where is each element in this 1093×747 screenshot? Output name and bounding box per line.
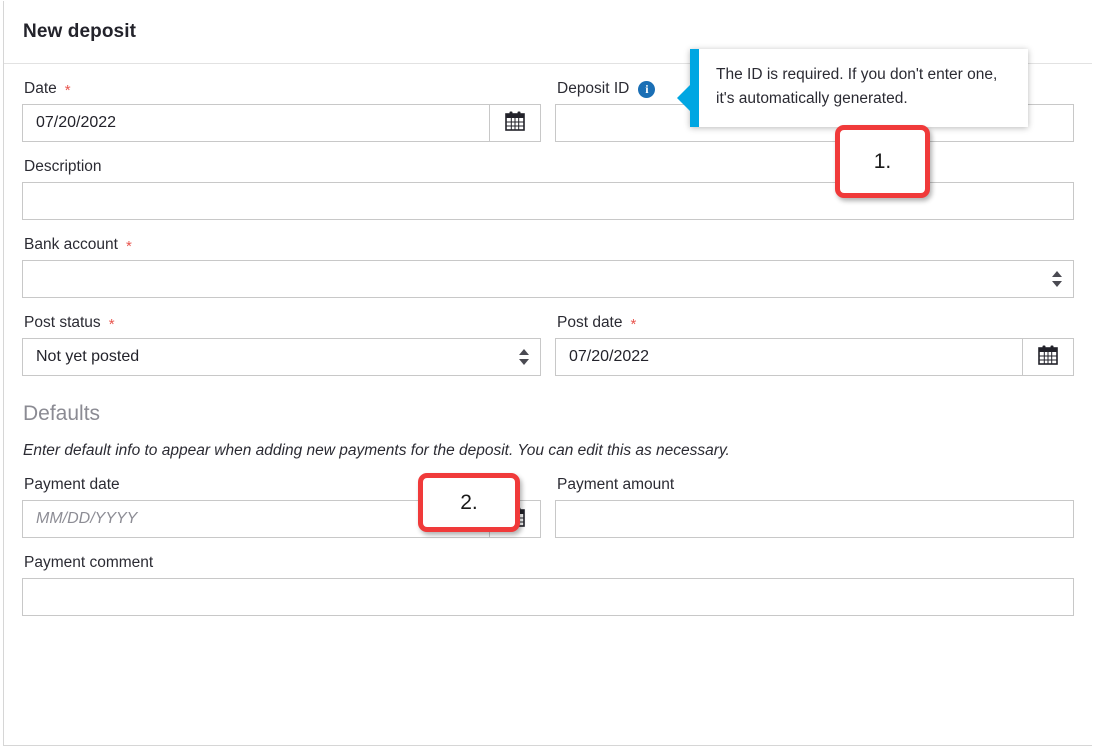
calendar-icon: [504, 110, 526, 137]
defaults-section-title: Defaults: [23, 402, 101, 425]
description-label-text: Description: [24, 158, 102, 175]
date-required-marker: *: [64, 82, 71, 99]
calendar-icon: [1037, 344, 1059, 371]
new-deposit-panel: New deposit Date * 07/20/2022 Deposit ID…: [3, 1, 1092, 746]
post-status-required-marker: *: [108, 316, 115, 333]
payment-amount-label: Payment amount: [557, 476, 1074, 494]
payment-comment-label-text: Payment comment: [24, 554, 154, 571]
bank-account-required-marker: *: [125, 238, 132, 255]
bank-account-label-text: Bank account: [24, 236, 118, 253]
payment-comment-input-wrap[interactable]: [22, 578, 1074, 616]
info-icon[interactable]: i: [638, 80, 656, 98]
field-payment-amount: Payment amount: [555, 476, 1074, 538]
post-date-required-marker: *: [630, 316, 637, 333]
defaults-section-description: Enter default info to appear when adding…: [23, 442, 730, 459]
payment-comment-label: Payment comment: [24, 554, 1074, 572]
post-date-input[interactable]: 07/20/2022: [556, 339, 1022, 375]
tooltip-arrow-icon: [677, 85, 690, 111]
deposit-id-label-text: Deposit ID: [557, 80, 630, 97]
chevron-updown-icon: [519, 349, 529, 365]
field-payment-comment: Payment comment: [22, 554, 1074, 616]
date-label-text: Date: [24, 80, 57, 97]
post-status-label: Post status *: [24, 314, 541, 332]
date-label: Date *: [24, 80, 541, 98]
bank-account-label: Bank account *: [24, 236, 1074, 254]
tooltip-accent-bar: [677, 49, 699, 127]
tooltip-text: The ID is required. If you don't enter o…: [716, 66, 998, 107]
bank-account-select[interactable]: [22, 260, 1074, 298]
field-bank-account: Bank account *: [22, 236, 1074, 298]
date-input-wrap[interactable]: 07/20/2022: [22, 104, 541, 142]
post-date-input-wrap[interactable]: 07/20/2022: [555, 338, 1074, 376]
field-post-date: Post date * 07/20/2022: [555, 314, 1074, 376]
row-paymentdate-paymentamount: Payment date MM/DD/YYYY Payment amount: [22, 476, 1074, 538]
post-date-calendar-button[interactable]: [1022, 339, 1073, 375]
callout-badge-1: 1.: [835, 125, 930, 198]
post-date-label-text: Post date: [557, 314, 623, 331]
deposit-id-tooltip: The ID is required. If you don't enter o…: [677, 49, 1028, 127]
payment-amount-label-text: Payment amount: [557, 476, 675, 493]
callout-badge-2: 2.: [418, 473, 520, 532]
chevron-updown-icon: [1052, 271, 1062, 287]
payment-amount-input-wrap[interactable]: [555, 500, 1074, 538]
field-date: Date * 07/20/2022: [22, 80, 541, 142]
row-poststatus-postdate: Post status * Not yet posted Post date *…: [22, 314, 1074, 376]
post-status-select[interactable]: Not yet posted: [22, 338, 541, 376]
date-calendar-button[interactable]: [489, 105, 540, 141]
field-post-status: Post status * Not yet posted: [22, 314, 541, 376]
page-title: New deposit: [23, 21, 137, 42]
post-date-label: Post date *: [557, 314, 1074, 332]
payment-amount-input[interactable]: [556, 501, 1073, 537]
payment-date-label-text: Payment date: [24, 476, 120, 493]
date-input[interactable]: 07/20/2022: [23, 105, 489, 141]
payment-comment-input[interactable]: [23, 579, 1073, 615]
post-status-label-text: Post status: [24, 314, 101, 331]
post-status-value: Not yet posted: [36, 348, 140, 365]
